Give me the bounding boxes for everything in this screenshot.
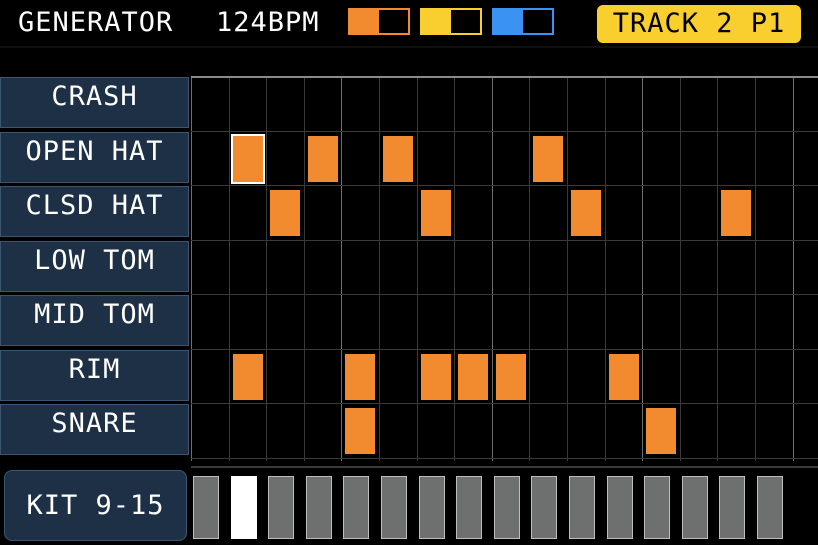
step-on[interactable] bbox=[308, 136, 338, 182]
page-step-2[interactable] bbox=[231, 476, 257, 539]
page-step-1[interactable] bbox=[193, 476, 219, 539]
grid-row-line bbox=[191, 240, 818, 241]
step-on[interactable] bbox=[345, 354, 375, 400]
grid-row-line bbox=[191, 185, 818, 186]
row-label-rim[interactable]: RIM bbox=[0, 349, 189, 401]
pattern-slot-blue[interactable] bbox=[492, 8, 554, 35]
page-step-4[interactable] bbox=[306, 476, 332, 539]
step-on[interactable] bbox=[496, 354, 526, 400]
grid-row-line bbox=[191, 76, 818, 78]
mode-title: GENERATOR bbox=[18, 7, 174, 38]
row-label-snare[interactable]: SNARE bbox=[0, 404, 189, 455]
step-on[interactable] bbox=[421, 190, 451, 236]
grid-bottom-divider bbox=[191, 466, 818, 468]
header-divider bbox=[0, 46, 818, 48]
step-cursor bbox=[231, 134, 265, 184]
page-step-15[interactable] bbox=[719, 476, 745, 539]
page-step-9[interactable] bbox=[494, 476, 520, 539]
row-label-clsd-hat[interactable]: CLSD HAT bbox=[0, 186, 189, 237]
page-step-14[interactable] bbox=[682, 476, 708, 539]
row-label-open-hat[interactable]: OPEN HAT bbox=[0, 131, 189, 183]
track-badge[interactable]: TRACK 2 P1 bbox=[597, 5, 801, 43]
page-step-13[interactable] bbox=[644, 476, 670, 539]
kit-button[interactable]: KIT 9-15 bbox=[4, 470, 187, 541]
grid-row-line bbox=[191, 403, 818, 404]
pattern-fill bbox=[422, 10, 451, 33]
page-step-7[interactable] bbox=[419, 476, 445, 539]
row-label-low-tom[interactable]: LOW TOM bbox=[0, 240, 189, 292]
pattern-slot-yellow[interactable] bbox=[420, 8, 482, 35]
page-step-12[interactable] bbox=[607, 476, 633, 539]
step-on[interactable] bbox=[270, 190, 300, 236]
grid-row-line bbox=[191, 349, 818, 350]
page-step-16[interactable] bbox=[757, 476, 783, 539]
step-on[interactable] bbox=[233, 354, 263, 400]
pattern-fill bbox=[350, 10, 379, 33]
pattern-fill bbox=[494, 10, 523, 33]
step-on[interactable] bbox=[646, 408, 676, 454]
page-step-3[interactable] bbox=[268, 476, 294, 539]
grid-row-line bbox=[191, 131, 818, 132]
page-step-6[interactable] bbox=[381, 476, 407, 539]
page-step-11[interactable] bbox=[569, 476, 595, 539]
header-bar: GENERATOR 124BPM TRACK 2 P1 bbox=[0, 0, 818, 46]
step-on[interactable] bbox=[383, 136, 413, 182]
step-on[interactable] bbox=[458, 354, 488, 400]
step-sequencer-grid[interactable] bbox=[191, 76, 818, 461]
pattern-slot-orange[interactable] bbox=[348, 8, 410, 35]
row-label-mid-tom[interactable]: MID TOM bbox=[0, 295, 189, 346]
step-on[interactable] bbox=[533, 136, 563, 182]
step-on[interactable] bbox=[345, 408, 375, 454]
row-label-crash[interactable]: CRASH bbox=[0, 77, 189, 128]
step-on[interactable] bbox=[721, 190, 751, 236]
grid-row-line bbox=[191, 294, 818, 295]
step-on[interactable] bbox=[571, 190, 601, 236]
grid-row-line bbox=[191, 458, 818, 459]
bpm-display[interactable]: 124BPM bbox=[216, 6, 320, 40]
page-step-10[interactable] bbox=[531, 476, 557, 539]
step-on[interactable] bbox=[421, 354, 451, 400]
page-step-5[interactable] bbox=[343, 476, 369, 539]
page-step-8[interactable] bbox=[456, 476, 482, 539]
step-on[interactable] bbox=[609, 354, 639, 400]
